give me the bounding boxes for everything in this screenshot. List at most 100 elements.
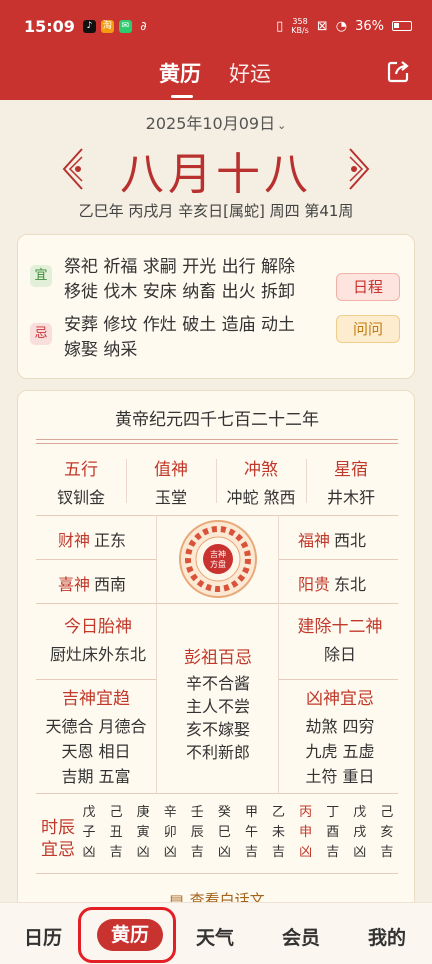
battery-icon: [392, 21, 412, 31]
hour-verdict: 凶: [353, 845, 367, 860]
divider: [278, 679, 398, 680]
hour-stem: 己: [109, 805, 123, 820]
wechat-icon: ✉: [118, 19, 132, 33]
hour-verdict: 凶: [163, 845, 177, 860]
pengzu-title: 彭祖百忌: [184, 648, 252, 668]
taishen-value: 厨灶床外东北: [49, 645, 146, 664]
xishen-value: 西南: [94, 575, 127, 594]
share-icon[interactable]: [386, 60, 410, 84]
hour-branch: 巳: [217, 825, 231, 840]
chongsha-value: 冲蛇 煞西: [226, 488, 296, 507]
hour-branch: 戌: [353, 825, 367, 840]
schedule-button[interactable]: 日程: [336, 273, 400, 301]
hour-verdict: 吉: [272, 845, 286, 860]
hour-stem: 丙: [299, 805, 313, 820]
zhishen-cell: 值神 玉堂: [126, 455, 216, 508]
hour-branch: 酉: [326, 825, 340, 840]
xishen: 喜神 西南: [58, 571, 126, 595]
zhishen-title: 值神: [154, 460, 188, 480]
divider: [36, 793, 398, 794]
pengzu-block: 彭祖百忌 辛不合酱 主人不尝 亥不嫁娶 不利新郎: [158, 647, 278, 764]
caishen-label: 财神: [58, 531, 91, 550]
yanggui: 阳贵 东北: [298, 571, 366, 595]
date-selector[interactable]: 2025年10月09日 ⌄: [0, 110, 432, 134]
xiongshen-title: 凶神宜忌: [306, 689, 374, 709]
yi-list: 祭祀 祈福 求嗣 开光 出行 解除 移徙 伐木 安床 纳畜 出火 拆卸: [64, 255, 334, 305]
yi-line: 祭祀 祈福 求嗣 开光 出行 解除: [64, 257, 296, 277]
hours-label: 时辰 宜忌: [40, 817, 76, 861]
divider: [216, 459, 217, 503]
tiktok-icon: ♪: [82, 19, 96, 33]
jianchu-block: 建除十二神 除日: [282, 615, 398, 667]
top-tabs: 黄历 好运: [0, 52, 432, 100]
divider: [36, 559, 156, 560]
hour-column: 辛卯凶: [159, 803, 181, 863]
hour-verdict: 凶: [82, 845, 96, 860]
hour-column: 丙申凶: [295, 803, 317, 863]
divider: [278, 603, 279, 793]
divider: [36, 873, 398, 874]
hours-label-line: 时辰: [41, 818, 75, 838]
hour-verdict: 凶: [299, 845, 313, 860]
date-text: 2025年10月09日: [145, 114, 276, 133]
hour-verdict: 吉: [380, 845, 394, 860]
hour-stem: 丁: [326, 805, 340, 820]
jianchu-title: 建除十二神: [297, 617, 383, 637]
speed-value: 358: [292, 17, 308, 26]
jishen-block: 吉神宜趋 天德合 月德合 天恩 相日 吉期 五富: [36, 687, 156, 789]
tab-haoyun[interactable]: 好运: [229, 58, 271, 88]
ganzhi-line: 乙巳年 丙戌月 辛亥日[属蛇] 周四 第41周: [78, 202, 354, 220]
app-notification-icon: 淘: [100, 19, 114, 33]
hour-column: 戊戌凶: [349, 803, 371, 863]
battery-level: [394, 23, 399, 28]
divider: [36, 515, 398, 516]
hour-stem: 壬: [190, 805, 204, 820]
era-title: 黄帝纪元四千七百二十二年: [115, 410, 319, 430]
hour-column: 甲午吉: [240, 803, 262, 863]
jishen-line: 吉期 五富: [61, 767, 131, 786]
hour-stem: 庚: [136, 805, 150, 820]
ask-button[interactable]: 问问: [336, 315, 400, 343]
tab-huangli[interactable]: 黄历: [159, 58, 201, 98]
divider: [306, 459, 307, 503]
divider: [278, 559, 398, 560]
header: 15:09 ♪ 淘 ✉ ∂ ▯ 358 KB/s ⊠ ◔ 36% 黄历 好运: [0, 0, 432, 100]
divider: [36, 603, 398, 604]
pengzu-line: 亥不嫁娶: [185, 720, 250, 739]
yanggui-label: 阳贵: [298, 575, 331, 594]
nav-mine[interactable]: 我的: [368, 923, 406, 950]
hour-branch: 午: [244, 825, 258, 840]
hour-stem: 甲: [244, 805, 258, 820]
hour-column: 壬辰吉: [186, 803, 208, 863]
ji-line: 嫁娶 纳采: [64, 340, 138, 360]
hour-stem: 己: [380, 805, 394, 820]
ji-line: 安葬 修坟 作灶 破土 造庙 动土: [64, 315, 296, 335]
no-sim-icon: ⊠: [316, 18, 328, 34]
highlight-ring: [78, 907, 176, 963]
hour-branch: 未: [272, 825, 286, 840]
hour-branch: 卯: [163, 825, 177, 840]
hour-column: 乙未吉: [268, 803, 290, 863]
hour-column: 庚寅凶: [132, 803, 154, 863]
nav-calendar[interactable]: 日历: [24, 923, 62, 950]
compass-icon[interactable]: 吉神 方盘: [178, 519, 258, 599]
pengzu-line: 主人不尝: [185, 697, 250, 716]
xingxiu-cell: 星宿 井木犴: [306, 455, 396, 508]
divider: [36, 443, 398, 444]
divider: [278, 515, 279, 603]
wuxing-value: 钗钏金: [56, 488, 105, 507]
nav-member[interactable]: 会员: [282, 923, 320, 950]
hour-column: 丁酉吉: [322, 803, 344, 863]
xiongshen-block: 凶神宜忌 劫煞 四穷 九虎 五虚 土符 重日: [282, 687, 398, 789]
hour-branch: 寅: [136, 825, 150, 840]
divider: [36, 679, 156, 680]
hour-verdict: 凶: [136, 845, 150, 860]
xingxiu-title: 星宿: [334, 460, 368, 480]
speed-unit: KB/s: [291, 26, 309, 35]
xiongshen-line: 土符 重日: [305, 767, 375, 786]
vibrate-icon: ▯: [276, 18, 284, 34]
nav-weather[interactable]: 天气: [196, 923, 234, 950]
pengzu-line: 辛不合酱: [185, 674, 250, 693]
divider: [156, 603, 157, 793]
link-icon: ∂: [140, 18, 147, 33]
